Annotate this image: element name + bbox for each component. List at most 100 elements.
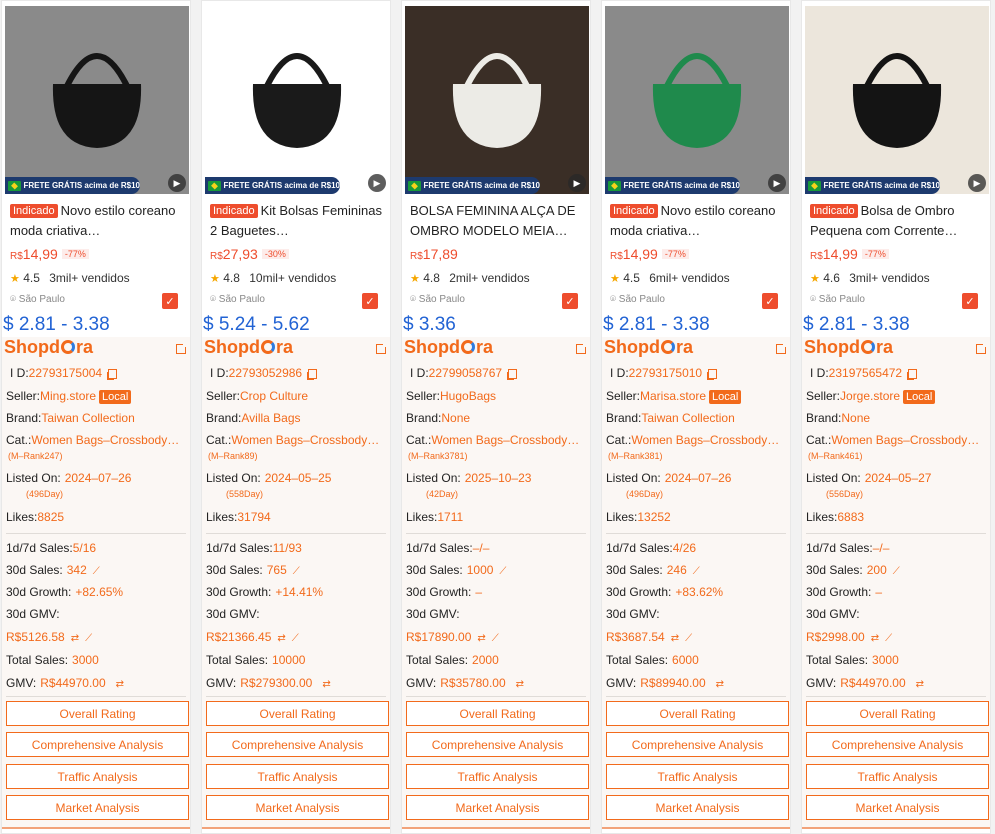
brand-value[interactable]: Taiwan Collection: [41, 411, 134, 425]
product-title[interactable]: BOLSA FEMININA ALÇA DE OMBRO MODELO MEIA…: [410, 201, 586, 241]
category-value[interactable]: Women Bags–Crossbody…: [31, 433, 179, 447]
overall-rating-button[interactable]: Overall Rating: [606, 701, 789, 726]
exchange-icon[interactable]: ⇄: [671, 633, 679, 644]
external-link-icon[interactable]: [576, 342, 588, 354]
id-value[interactable]: 22799058767: [429, 366, 502, 380]
id-value[interactable]: 22793175010: [629, 366, 702, 380]
market-analysis-button[interactable]: Market Analysis: [206, 795, 389, 820]
category-value[interactable]: Women Bags–Crossbody…: [231, 433, 379, 447]
product-title[interactable]: Indicado Kit Bolsas Femininas 2 Baguetes…: [210, 201, 386, 241]
copy-icon[interactable]: [708, 369, 718, 379]
exchange-icon[interactable]: ⇄: [116, 679, 124, 690]
brand-value[interactable]: None: [841, 411, 870, 425]
exchange-icon[interactable]: ⇄: [516, 679, 524, 690]
product-card[interactable]: FRETE GRÁTIS acima de R$10 ▶ Indicado Kit…: [201, 0, 391, 834]
product-image[interactable]: FRETE GRÁTIS acima de R$10 ▶: [605, 6, 789, 194]
external-link-icon[interactable]: [776, 342, 788, 354]
play-video-icon[interactable]: ▶: [168, 174, 186, 192]
comprehensive-analysis-button[interactable]: Comprehensive Analysis: [606, 732, 789, 757]
product-card[interactable]: FRETE GRÁTIS acima de R$10 ▶ Indicado Bol…: [801, 0, 991, 834]
copy-icon[interactable]: [508, 369, 518, 379]
product-card[interactable]: FRETE GRÁTIS acima de R$10 ▶ BOLSA FEMIN…: [401, 0, 591, 834]
seller-value[interactable]: Ming.store: [40, 389, 96, 403]
product-image[interactable]: FRETE GRÁTIS acima de R$10 ▶: [205, 6, 389, 194]
total-sales-value: 2000: [472, 653, 499, 667]
select-checkbox[interactable]: ✓: [562, 293, 578, 309]
traffic-analysis-button[interactable]: Traffic Analysis: [606, 764, 789, 789]
product-card[interactable]: FRETE GRÁTIS acima de R$10 ▶ Indicado Nov…: [1, 0, 191, 834]
traffic-analysis-button[interactable]: Traffic Analysis: [206, 764, 389, 789]
play-video-icon[interactable]: ▶: [368, 174, 386, 192]
category-value[interactable]: Women Bags–Crossbody…: [431, 433, 579, 447]
traffic-analysis-button[interactable]: Traffic Analysis: [6, 764, 189, 789]
market-analysis-button[interactable]: Market Analysis: [406, 795, 589, 820]
trend-chart-icon[interactable]: ⟋: [292, 633, 299, 644]
copy-icon[interactable]: [908, 369, 918, 379]
external-link-icon[interactable]: [176, 342, 188, 354]
copy-icon[interactable]: [108, 369, 118, 379]
comprehensive-analysis-button[interactable]: Comprehensive Analysis: [6, 732, 189, 757]
category-value[interactable]: Women Bags–Crossbody…: [631, 433, 779, 447]
id-value[interactable]: 22793052986: [229, 366, 302, 380]
id-value[interactable]: 23197565472: [829, 366, 902, 380]
listed-on-row: Listed On: 2024–07–26: [6, 471, 131, 485]
traffic-analysis-button[interactable]: Traffic Analysis: [406, 764, 589, 789]
trend-chart-icon[interactable]: ⟋: [885, 633, 892, 644]
category-value[interactable]: Women Bags–Crossbody…: [831, 433, 979, 447]
brand-label: Brand:: [806, 411, 842, 425]
product-image[interactable]: FRETE GRÁTIS acima de R$10 ▶: [5, 6, 189, 194]
trend-chart-icon[interactable]: ⟋: [693, 566, 700, 577]
exchange-icon[interactable]: ⇄: [716, 679, 724, 690]
exchange-icon[interactable]: ⇄: [871, 633, 879, 644]
select-checkbox[interactable]: ✓: [762, 293, 778, 309]
trend-chart-icon[interactable]: ⟋: [85, 633, 92, 644]
usd-price: $ 3.36: [403, 314, 456, 335]
seller-value[interactable]: Jorge.store: [840, 389, 900, 403]
overall-rating-button[interactable]: Overall Rating: [806, 701, 989, 726]
exchange-icon[interactable]: ⇄: [277, 633, 285, 644]
likes-value: 13252: [637, 510, 671, 524]
exchange-icon[interactable]: ⇄: [71, 633, 79, 644]
exchange-icon[interactable]: ⇄: [322, 679, 330, 690]
product-card[interactable]: FRETE GRÁTIS acima de R$10 ▶ Indicado Nov…: [601, 0, 791, 834]
overall-rating-button[interactable]: Overall Rating: [6, 701, 189, 726]
trend-chart-icon[interactable]: ⟋: [93, 566, 100, 577]
comprehensive-analysis-button[interactable]: Comprehensive Analysis: [406, 732, 589, 757]
market-analysis-button[interactable]: Market Analysis: [606, 795, 789, 820]
select-checkbox[interactable]: ✓: [162, 293, 178, 309]
brand-value[interactable]: Avilla Bags: [241, 411, 300, 425]
copy-icon[interactable]: [308, 369, 318, 379]
traffic-analysis-button[interactable]: Traffic Analysis: [806, 764, 989, 789]
play-video-icon[interactable]: ▶: [568, 174, 586, 192]
product-title[interactable]: Indicado Bolsa de Ombro Pequena com Corre…: [810, 201, 986, 241]
brand-value[interactable]: Taiwan Collection: [641, 411, 734, 425]
exchange-icon[interactable]: ⇄: [916, 679, 924, 690]
trend-chart-icon[interactable]: ⟋: [685, 633, 692, 644]
comprehensive-analysis-button[interactable]: Comprehensive Analysis: [206, 732, 389, 757]
select-checkbox[interactable]: ✓: [362, 293, 378, 309]
trend-chart-icon[interactable]: ⟋: [293, 566, 300, 577]
comprehensive-analysis-button[interactable]: Comprehensive Analysis: [806, 732, 989, 757]
id-value[interactable]: 22793175004: [29, 366, 102, 380]
trend-chart-icon[interactable]: ⟋: [893, 566, 900, 577]
market-analysis-button[interactable]: Market Analysis: [6, 795, 189, 820]
external-link-icon[interactable]: [976, 342, 988, 354]
seller-value[interactable]: HugoBags: [440, 389, 496, 403]
seller-value[interactable]: Marisa.store: [640, 389, 706, 403]
trend-chart-icon[interactable]: ⟋: [499, 566, 506, 577]
product-title[interactable]: Indicado Novo estilo coreano moda criativ…: [10, 201, 186, 241]
product-image[interactable]: FRETE GRÁTIS acima de R$10 ▶: [805, 6, 989, 194]
seller-value[interactable]: Crop Culture: [240, 389, 308, 403]
select-checkbox[interactable]: ✓: [962, 293, 978, 309]
product-image[interactable]: FRETE GRÁTIS acima de R$10 ▶: [405, 6, 589, 194]
exchange-icon[interactable]: ⇄: [477, 633, 485, 644]
overall-rating-button[interactable]: Overall Rating: [206, 701, 389, 726]
play-video-icon[interactable]: ▶: [768, 174, 786, 192]
play-video-icon[interactable]: ▶: [968, 174, 986, 192]
product-title[interactable]: Indicado Novo estilo coreano moda criativ…: [610, 201, 786, 241]
market-analysis-button[interactable]: Market Analysis: [806, 795, 989, 820]
trend-chart-icon[interactable]: ⟋: [492, 633, 499, 644]
overall-rating-button[interactable]: Overall Rating: [406, 701, 589, 726]
brand-value[interactable]: None: [441, 411, 470, 425]
external-link-icon[interactable]: [376, 342, 388, 354]
